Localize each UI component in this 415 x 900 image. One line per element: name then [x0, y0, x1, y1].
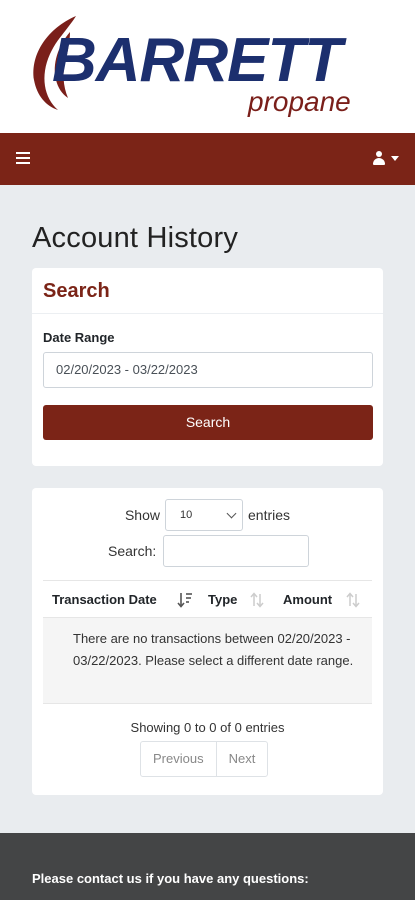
page-length-value: 10: [180, 509, 193, 521]
next-page-button[interactable]: Next: [217, 742, 268, 776]
previous-page-button[interactable]: Previous: [141, 742, 217, 776]
chevron-down-icon: [226, 508, 237, 518]
filter-input[interactable]: [163, 535, 310, 567]
logo-header: BARRETT propane: [0, 0, 415, 133]
brand-name: BARRETT: [52, 26, 342, 95]
top-navbar: [0, 133, 415, 185]
show-label: Show: [124, 507, 160, 523]
search-card-header: Search: [32, 268, 383, 314]
results-card: Show 10 entries Search: Transaction Date…: [32, 488, 383, 795]
table-info: Showing 0 to 0 of 0 entries: [130, 720, 285, 735]
column-header-type[interactable]: Type: [208, 581, 237, 619]
column-header-amount[interactable]: Amount: [283, 581, 332, 619]
user-menu-toggle[interactable]: [373, 151, 399, 165]
user-icon: [373, 151, 385, 165]
caret-down-icon: [391, 155, 399, 161]
hamburger-icon[interactable]: [16, 152, 30, 164]
search-card: Search Date Range 02/20/2023 - 03/22/202…: [32, 268, 383, 466]
filter-label: Search:: [108, 543, 157, 559]
column-header-transaction-date[interactable]: Transaction Date: [52, 581, 157, 619]
search-heading: Search: [43, 280, 110, 302]
page-title: Account History: [32, 222, 239, 254]
table-header-row: Transaction Date Type Amount: [43, 580, 372, 618]
footer: Please contact us if you have any questi…: [0, 833, 415, 900]
sort-icon[interactable]: [345, 591, 361, 609]
sort-icon[interactable]: [249, 591, 265, 609]
footer-contact-text: Please contact us if you have any questi…: [32, 871, 309, 886]
pagination: Previous Next: [140, 741, 269, 777]
empty-table-message: There are no transactions between 02/20/…: [43, 618, 372, 704]
sort-descending-icon[interactable]: [177, 591, 193, 609]
date-range-label: Date Range: [43, 330, 115, 345]
page-length-select[interactable]: 10: [165, 499, 243, 531]
search-button[interactable]: Search: [43, 405, 373, 440]
date-range-input[interactable]: 02/20/2023 - 03/22/2023: [43, 352, 373, 388]
brand-tagline: propane: [248, 86, 351, 117]
entries-label: entries: [248, 507, 291, 523]
page-length-control: Show 10 entries: [32, 499, 383, 531]
table-filter: Search:: [108, 535, 310, 567]
